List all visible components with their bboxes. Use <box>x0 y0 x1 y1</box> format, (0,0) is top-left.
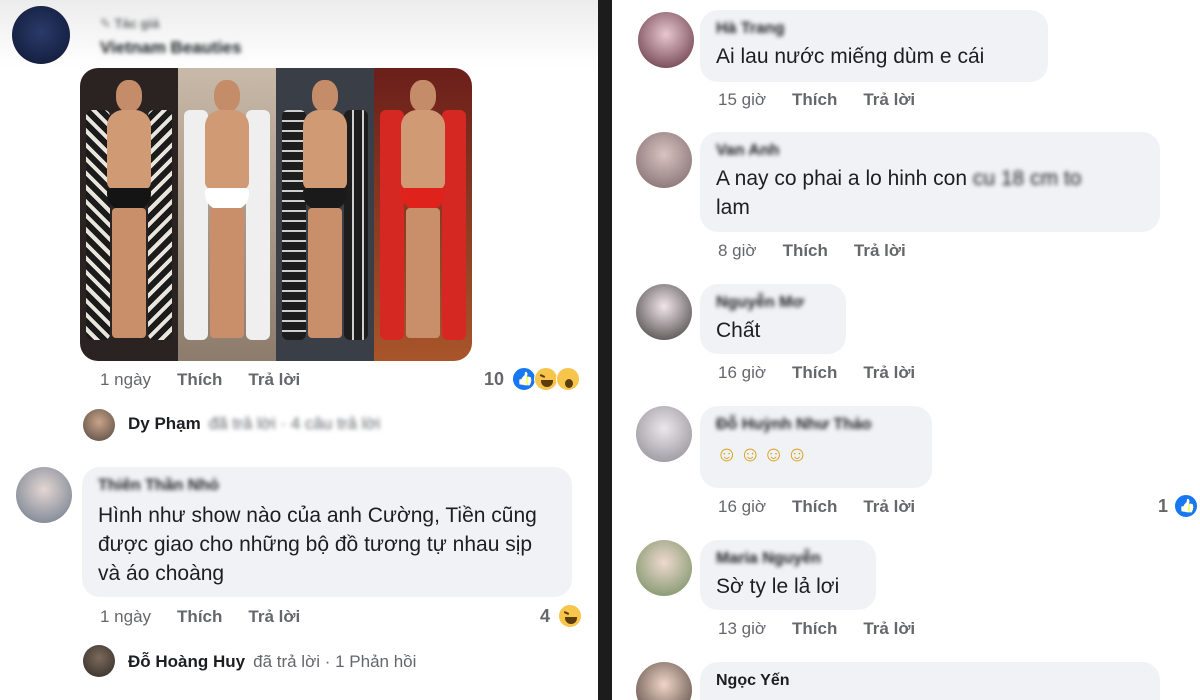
comment-author[interactable]: Đỗ Huỳnh Như Thảo <box>716 416 916 434</box>
comment-actions: 8 giờ Thích Trả lời <box>718 241 906 261</box>
like-button[interactable]: Thích <box>177 607 222 627</box>
reply-author: Đỗ Hoàng Huy <box>128 652 246 671</box>
comment-author[interactable]: Thiên Thần Nhỏ <box>98 477 556 495</box>
reaction-count: 1 <box>1158 495 1169 516</box>
comment-bubble: Hà Trang Ai lau nước miếng dùm e cái <box>700 10 1048 82</box>
comment-text: Sờ ty le lả lơi <box>716 575 840 598</box>
pencil-icon: ✎ <box>100 16 111 31</box>
comment-author[interactable]: Ngọc Yến <box>716 672 1144 690</box>
reply-count-text: đã trả lời · 4 câu trả lời <box>208 414 381 433</box>
comment-avatar[interactable] <box>636 540 692 596</box>
right-screenshot-panel: Hà Trang Ai lau nước miếng dùm e cái 15 … <box>612 0 1200 700</box>
reply-button[interactable]: Trả lời <box>863 363 915 383</box>
comment-bubble: Thiên Thần Nhỏ Hình như show nào của anh… <box>82 467 572 597</box>
comment-text: Chất <box>716 319 761 342</box>
comment-author[interactable]: Van Anh <box>716 142 1144 160</box>
comment-actions: 16 giờ Thích Trả lời <box>718 363 915 383</box>
author-tag: Tác giả <box>114 16 160 31</box>
reply-button[interactable]: Trả lời <box>863 90 915 110</box>
post-actions: 1 ngày Thích Trả lời <box>100 370 300 390</box>
reply-avatar[interactable] <box>83 645 115 677</box>
comment-bubble: Van Anh A nay co phai a lo hinh con cu 1… <box>700 132 1160 232</box>
reaction-count: 4 <box>540 605 551 626</box>
comment-actions: 13 giờ Thích Trả lời <box>718 619 915 639</box>
censored-text: cu 18 cm to <box>972 167 1082 190</box>
reply-button[interactable]: Trả lời <box>863 619 915 639</box>
comment-actions: 15 giờ Thích Trả lời <box>718 90 915 110</box>
reply-button[interactable]: Trả lời <box>248 607 300 627</box>
photo-model-3 <box>276 68 374 361</box>
comment-text: A nay co phai a lo hinh con cu 18 cm to … <box>716 167 1082 219</box>
reply-button[interactable]: Trả lời <box>863 497 915 517</box>
comment-author[interactable]: Nguyễn Mơ <box>716 294 830 312</box>
photo-model-4 <box>374 68 472 361</box>
comment-reactions[interactable]: 1 <box>1158 494 1199 518</box>
photo-model-2 <box>178 68 276 361</box>
comment-time: 16 giờ <box>718 363 767 382</box>
haha-icon <box>558 604 583 628</box>
post-author-avatar[interactable] <box>12 6 70 64</box>
wow-icon <box>556 367 581 391</box>
like-button[interactable]: Thích <box>792 619 837 639</box>
comment-actions: 1 ngày Thích Trả lời <box>100 607 300 627</box>
comment-actions: 16 giờ Thích Trả lời <box>718 497 915 517</box>
comment-reactions[interactable]: 4 <box>540 604 583 628</box>
smiley-emojis: ☺☺☺☺ <box>716 443 810 466</box>
reply-avatar[interactable] <box>83 409 115 441</box>
comment-bubble: Đỗ Huỳnh Như Thảo ☺☺☺☺ <box>700 406 932 488</box>
photo-model-1 <box>80 68 178 361</box>
comment-bubble: Nguyễn Mơ Chất <box>700 284 846 354</box>
reaction-count: 10 <box>484 368 505 389</box>
comment-time: 16 giờ <box>718 497 767 516</box>
post-reactions[interactable]: 10 <box>484 367 581 391</box>
comment-avatar[interactable] <box>636 132 692 188</box>
like-icon <box>512 367 537 391</box>
post-time: 1 ngày <box>100 370 152 389</box>
reply-count-text: đã trả lời · 1 Phản hồi <box>253 652 417 671</box>
comment-author[interactable]: Hà Trang <box>716 20 1032 38</box>
like-button[interactable]: Thích <box>177 370 222 390</box>
like-icon <box>1174 494 1199 518</box>
post-photo-collage[interactable] <box>80 68 472 361</box>
like-button[interactable]: Thích <box>783 241 828 261</box>
post-author-block: ✎ Tác giả Vietnam Beauties <box>100 16 241 58</box>
reply-author: Dy Phạm <box>128 414 201 433</box>
comment-bubble: Maria Nguyễn Sờ ty le lả lơi <box>700 540 876 610</box>
haha-icon <box>534 367 559 391</box>
reply-summary[interactable]: Đỗ Hoàng Huy đã trả lời · 1 Phản hồi <box>128 652 416 672</box>
like-button[interactable]: Thích <box>792 90 837 110</box>
comment-time: 1 ngày <box>100 607 152 626</box>
left-screenshot-panel: ✎ Tác giả Vietnam Beauties 1 ngày Thích … <box>0 0 598 700</box>
comment-text: Ai lau nước miếng dùm e cái <box>716 45 985 68</box>
comment-author[interactable]: Maria Nguyễn <box>716 550 860 568</box>
comment-avatar[interactable] <box>638 12 694 68</box>
comment-avatar[interactable] <box>16 467 72 523</box>
comment-time: 15 giờ <box>718 90 767 109</box>
reply-button[interactable]: Trả lời <box>854 241 906 261</box>
top-fade <box>0 0 598 68</box>
reply-summary[interactable]: Dy Phạm đã trả lời · 4 câu trả lời <box>128 414 380 434</box>
comment-avatar[interactable] <box>636 284 692 340</box>
like-button[interactable]: Thích <box>792 363 837 383</box>
reply-button[interactable]: Trả lời <box>248 370 300 390</box>
panel-divider <box>598 0 612 700</box>
comment-avatar[interactable] <box>636 662 692 700</box>
comment-bubble: Ngọc Yến <box>700 662 1160 700</box>
comment-time: 8 giờ <box>718 241 757 260</box>
comment-avatar[interactable] <box>636 406 692 462</box>
like-button[interactable]: Thích <box>792 497 837 517</box>
post-author-name[interactable]: Vietnam Beauties <box>100 38 241 58</box>
comment-time: 13 giờ <box>718 619 767 638</box>
comment-text: Hình như show nào của anh Cường, Tiền cũ… <box>98 504 537 585</box>
